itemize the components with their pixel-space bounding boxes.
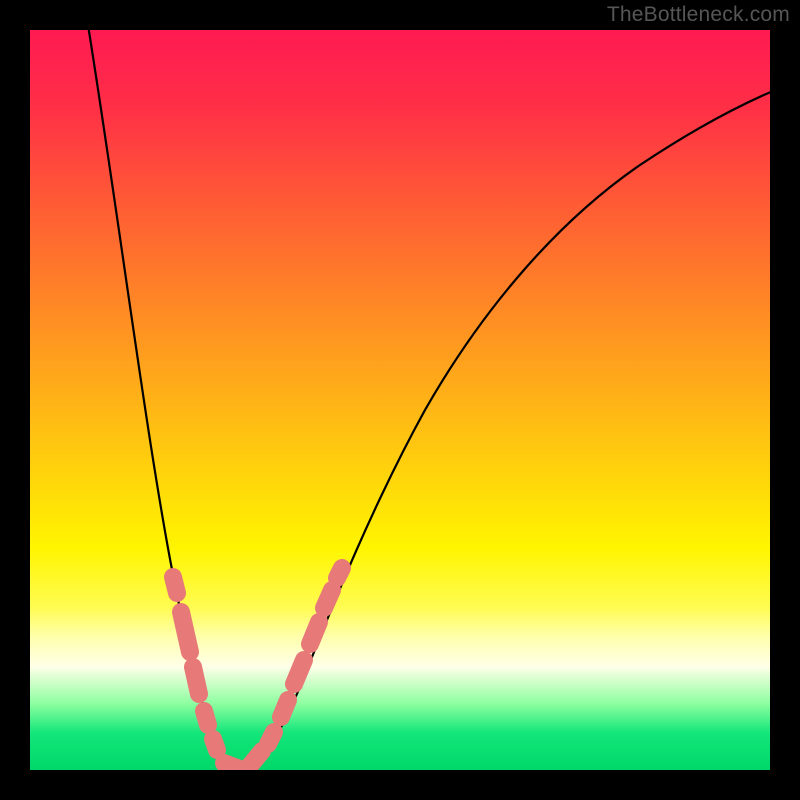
watermark-text: TheBottleneck.com xyxy=(607,3,790,27)
gradient-background xyxy=(30,30,770,770)
chart-frame xyxy=(30,30,770,770)
chart-svg xyxy=(30,30,770,770)
